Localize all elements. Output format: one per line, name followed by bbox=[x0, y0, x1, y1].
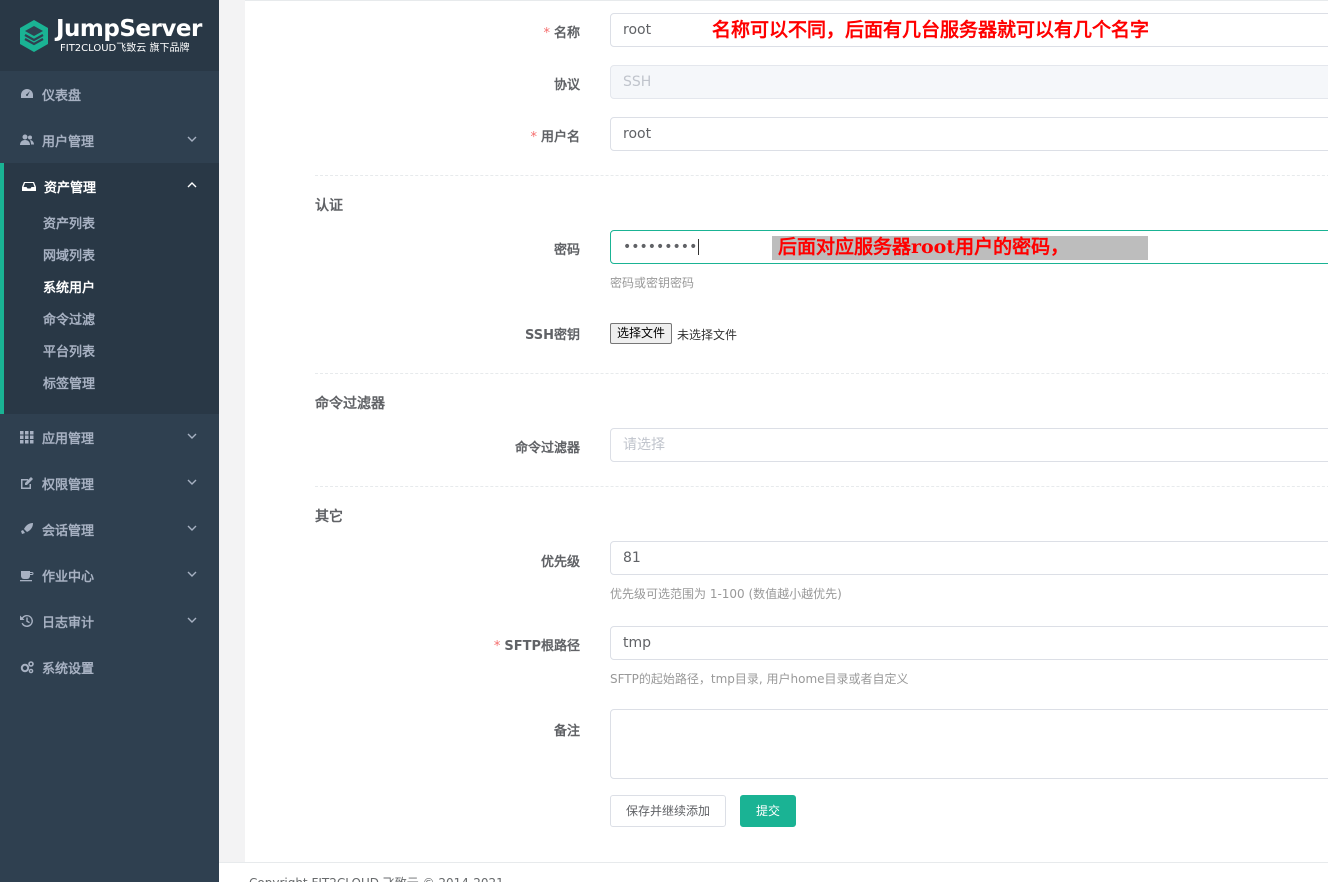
cmd-filter-label: 命令过滤器 bbox=[514, 441, 580, 456]
sidebar-item-label: 日志审计 bbox=[42, 615, 95, 631]
sftp-label: * SFTP根路径 bbox=[493, 639, 580, 654]
comment-textarea[interactable] bbox=[610, 709, 1328, 779]
chevron-down-icon bbox=[187, 571, 197, 577]
section-other-title: 其它 bbox=[315, 509, 343, 525]
sidebar-item-assets[interactable]: 资产管理 bbox=[4, 163, 219, 209]
sidebar-item-sessions[interactable]: 会话管理 bbox=[0, 506, 219, 552]
section-auth-title: 认证 bbox=[315, 198, 343, 214]
protocol-label: 协议 bbox=[553, 78, 580, 93]
password-help: 密码或密钥密码 bbox=[610, 276, 695, 290]
submenu-platform-list[interactable]: 平台列表 bbox=[4, 337, 219, 369]
name-label: * 名称 bbox=[543, 26, 580, 41]
save-continue-button[interactable]: 保存并继续添加 bbox=[610, 795, 727, 827]
sftp-help: SFTP的起始路径，tmp目录, 用户home目录或者自定义 bbox=[610, 672, 909, 686]
chevron-down-icon bbox=[187, 617, 197, 623]
users-icon bbox=[20, 134, 34, 145]
chevron-down-icon bbox=[187, 433, 197, 439]
password-label: 密码 bbox=[553, 243, 580, 258]
brand-name: JumpServer bbox=[56, 16, 202, 42]
coffee-icon bbox=[20, 571, 34, 582]
section-filter-title: 命令过滤器 bbox=[315, 396, 385, 412]
name-annotation: 名称可以不同，后面有几台服务器就可以有几个名字 bbox=[712, 19, 1150, 41]
main-content: * 名称 root 名称可以不同，后面有几台服务器就可以有几个名字 协议 SSH … bbox=[219, 0, 1328, 882]
sftp-root-input[interactable]: tmp bbox=[610, 626, 1328, 660]
divider bbox=[315, 486, 1328, 487]
divider bbox=[315, 373, 1328, 374]
username-label: * 用户名 bbox=[530, 130, 580, 145]
chevron-up-icon bbox=[187, 182, 197, 188]
sidebar-item-label: 仪表盘 bbox=[42, 88, 82, 104]
sidebar-item-label: 权限管理 bbox=[42, 477, 95, 493]
comment-label: 备注 bbox=[553, 724, 580, 739]
sidebar-item-permissions[interactable]: 权限管理 bbox=[0, 460, 219, 506]
chevron-down-icon bbox=[187, 479, 197, 485]
sidebar-item-jobs[interactable]: 作业中心 bbox=[0, 552, 219, 598]
chevron-down-icon bbox=[187, 525, 197, 531]
sidebar-item-label: 作业中心 bbox=[42, 569, 95, 585]
submit-button[interactable]: 提交 bbox=[740, 795, 797, 827]
inbox-icon bbox=[22, 182, 36, 191]
file-status: 未选择文件 bbox=[677, 328, 738, 342]
choose-file-button[interactable]: 选择文件 bbox=[610, 323, 673, 344]
required-mark: * bbox=[530, 130, 537, 145]
sidebar-item-label: 用户管理 bbox=[42, 134, 95, 150]
brand-tagline: FIT2CLOUD飞致云 旗下品牌 bbox=[60, 43, 190, 54]
submenu-asset-list[interactable]: 资产列表 bbox=[4, 209, 219, 241]
priority-input[interactable]: 81 bbox=[610, 541, 1328, 575]
history-icon bbox=[20, 614, 33, 627]
sidebar-nav: 仪表盘 用户管理 资产管理 资产列表 网域列表 系统用户 命令过滤 平台列表 标… bbox=[0, 71, 219, 690]
required-mark: * bbox=[493, 639, 501, 654]
sidebar-item-users[interactable]: 用户管理 bbox=[0, 117, 219, 163]
sidebar-item-applications[interactable]: 应用管理 bbox=[0, 414, 219, 460]
submenu-label-management[interactable]: 标签管理 bbox=[4, 369, 219, 401]
sidebar-item-dashboard[interactable]: 仪表盘 bbox=[0, 71, 219, 117]
sidebar: JumpServer FIT2CLOUD飞致云 旗下品牌 仪表盘 用户管理 资产… bbox=[0, 0, 219, 882]
sidebar-item-label: 系统设置 bbox=[42, 661, 95, 677]
cmd-filter-select[interactable]: 请选择 bbox=[610, 428, 1328, 462]
dashboard-icon bbox=[21, 89, 33, 98]
protocol-input: SSH bbox=[610, 65, 1328, 99]
copyright-text: Copyright FIT2CLOUD 飞致云 © 2014-2021 bbox=[249, 874, 504, 882]
sidebar-item-label: 应用管理 bbox=[42, 431, 95, 447]
grid-icon bbox=[20, 431, 34, 444]
asset-submenu: 资产列表 网域列表 系统用户 命令过滤 平台列表 标签管理 bbox=[4, 209, 219, 414]
submenu-command-filter[interactable]: 命令过滤 bbox=[4, 305, 219, 337]
sidebar-group-assets: 资产管理 资产列表 网域列表 系统用户 命令过滤 平台列表 标签管理 bbox=[0, 163, 219, 414]
system-user-form: * 名称 root 名称可以不同，后面有几台服务器就可以有几个名字 协议 SSH … bbox=[245, 0, 1328, 862]
submenu-domain-list[interactable]: 网域列表 bbox=[4, 241, 219, 273]
sidebar-item-audit[interactable]: 日志审计 bbox=[0, 598, 219, 644]
edit-icon bbox=[21, 477, 33, 489]
password-annotation: 后面对应服务器root用户的密码， bbox=[772, 236, 1148, 260]
sidebar-item-label: 会话管理 bbox=[42, 523, 95, 539]
footer: Copyright FIT2CLOUD 飞致云 © 2014-2021 bbox=[219, 862, 1328, 882]
divider bbox=[315, 175, 1328, 176]
jumpserver-logo-icon bbox=[20, 19, 48, 52]
submenu-system-user[interactable]: 系统用户 bbox=[4, 273, 219, 305]
gears-icon bbox=[20, 661, 34, 674]
priority-label: 优先级 bbox=[540, 555, 580, 570]
rocket-icon bbox=[21, 523, 33, 534]
logo[interactable]: JumpServer FIT2CLOUD飞致云 旗下品牌 bbox=[0, 0, 219, 71]
username-input[interactable]: root bbox=[610, 117, 1328, 151]
sidebar-item-settings[interactable]: 系统设置 bbox=[0, 644, 219, 690]
ssh-key-label: SSH密钥 bbox=[524, 328, 580, 343]
priority-help: 优先级可选范围为 1-100 (数值越小越优先) bbox=[610, 587, 842, 601]
required-mark: * bbox=[543, 26, 550, 41]
sidebar-item-label: 资产管理 bbox=[44, 180, 97, 196]
chevron-down-icon bbox=[187, 136, 197, 142]
